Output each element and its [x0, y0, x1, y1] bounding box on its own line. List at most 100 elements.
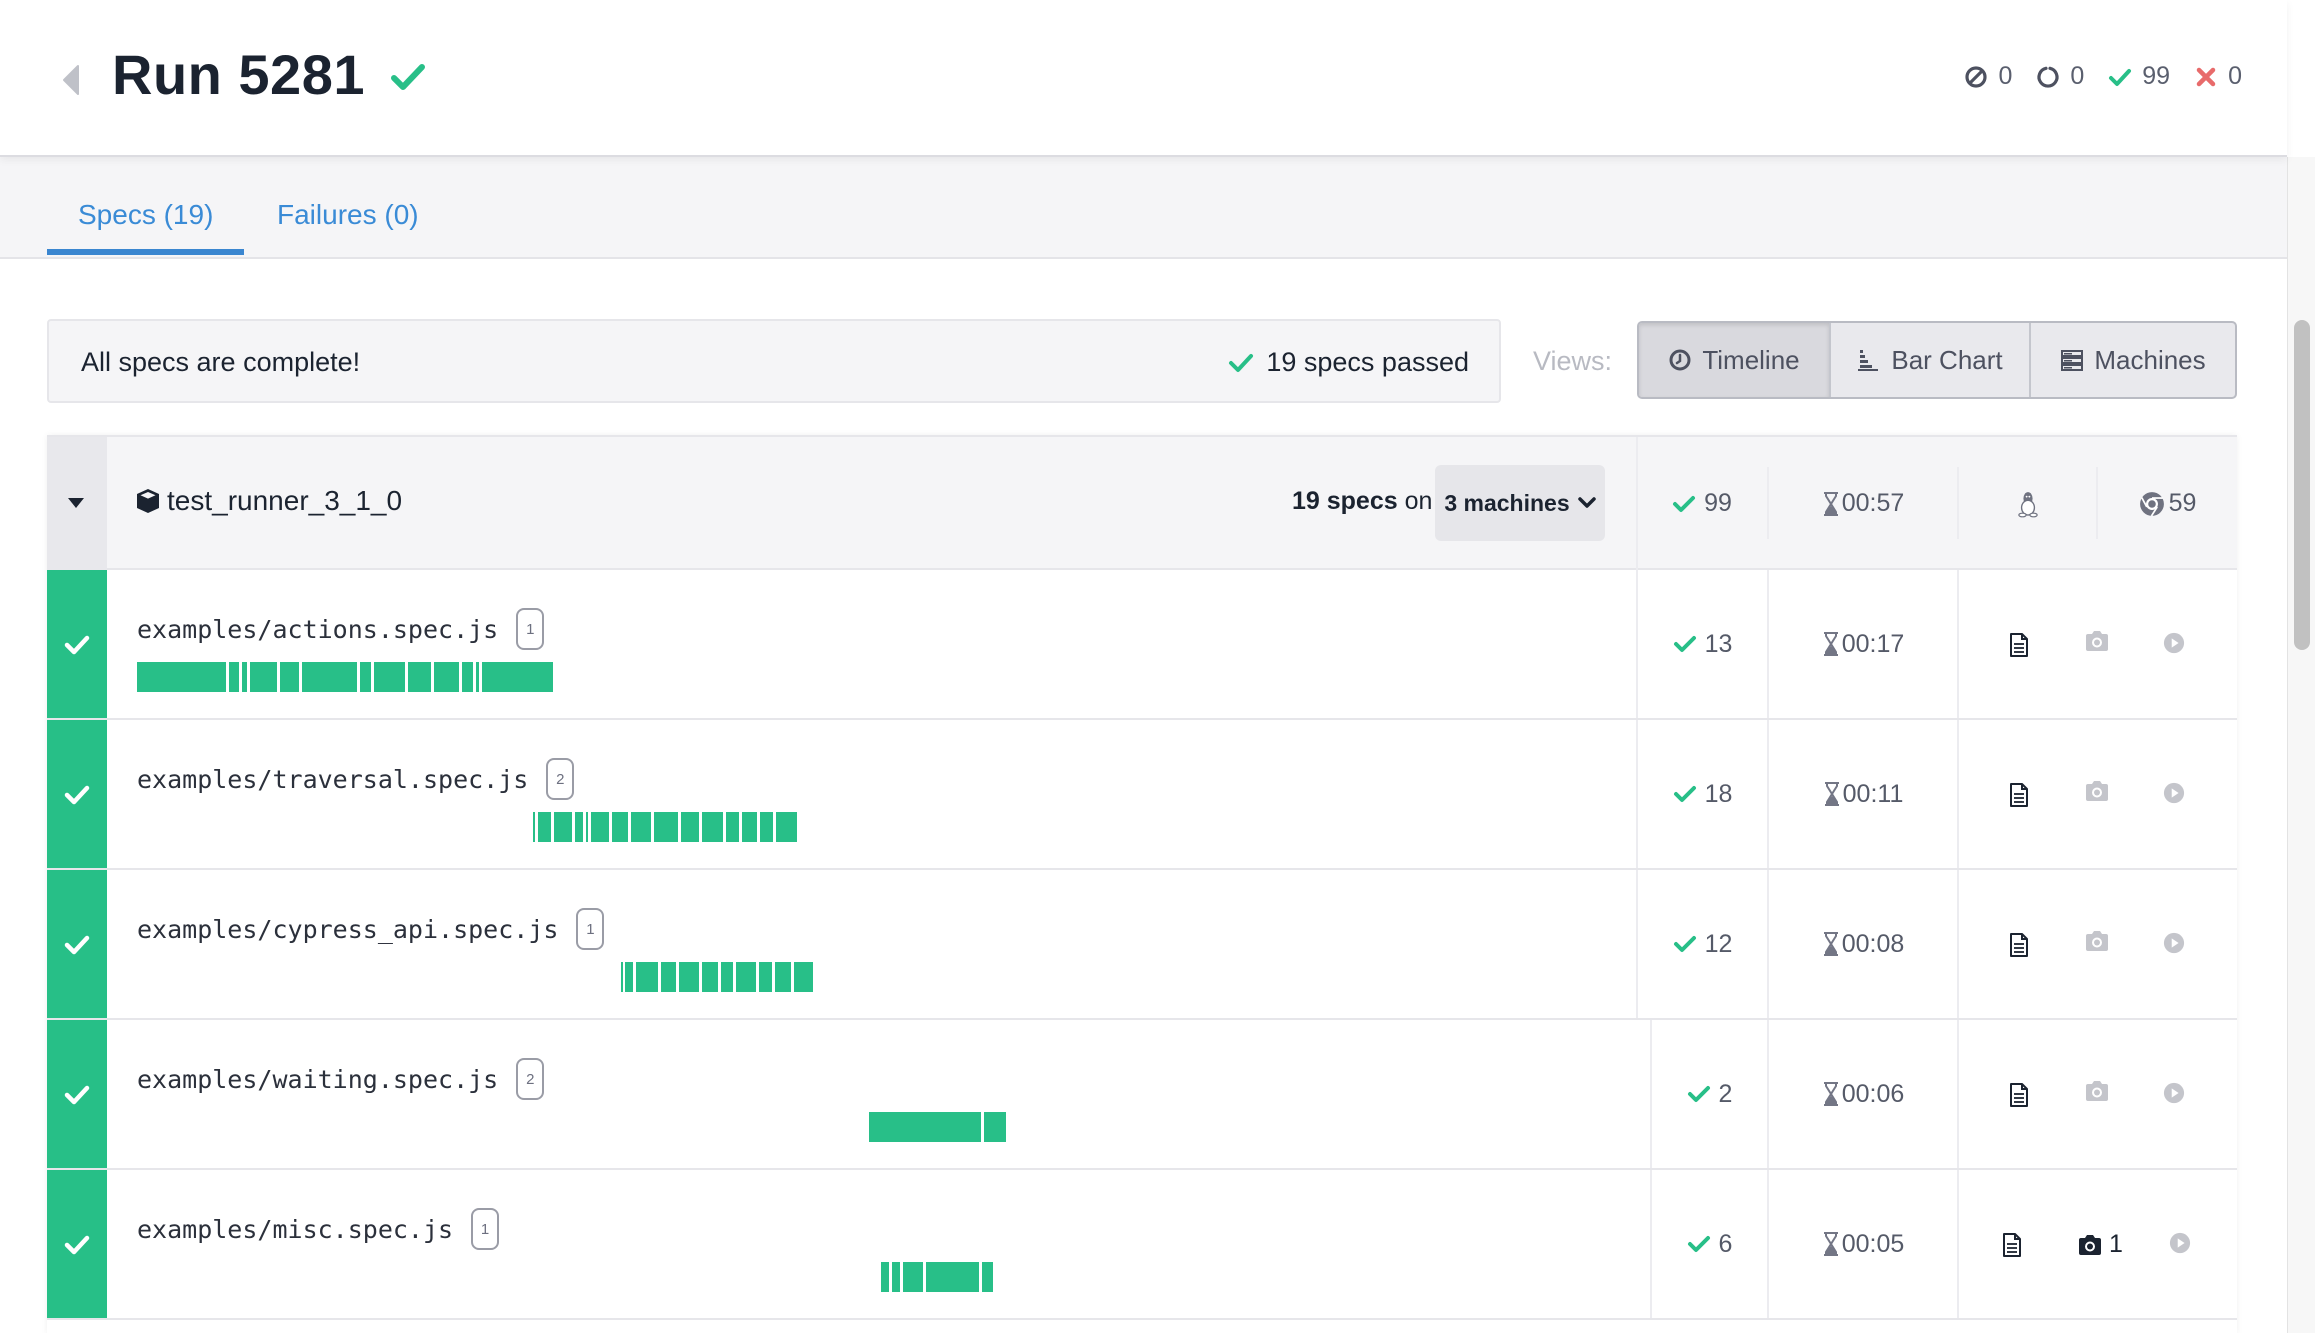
screenshots-button[interactable] [2084, 780, 2116, 802]
view-timeline-button[interactable]: Timeline [1639, 323, 1831, 397]
screenshots-button[interactable] [2084, 1080, 2116, 1102]
timeline-segment[interactable] [680, 812, 699, 842]
timeline-segment[interactable] [760, 812, 773, 842]
video-button[interactable] [2163, 932, 2185, 954]
timeline-segment[interactable] [793, 962, 813, 992]
collapse-group-toggle[interactable] [47, 437, 107, 570]
scrollbar-thumb[interactable] [2294, 320, 2310, 650]
timeline-segment[interactable] [741, 812, 758, 842]
timeline-segment[interactable] [137, 662, 226, 692]
spec-duration: 00:11 [1769, 720, 1957, 868]
timeline-segment[interactable] [925, 1262, 979, 1292]
screenshots-button[interactable] [2084, 930, 2116, 952]
timeline-segment[interactable] [736, 962, 757, 992]
timeline-segment[interactable] [984, 1112, 1006, 1142]
spec-passed-count: 2 [1652, 1020, 1767, 1168]
spec-timeline-bar[interactable] [137, 662, 553, 692]
spec-row[interactable]: examples/actions.spec.js 1 13 00:17 [47, 570, 2237, 720]
timeline-segment[interactable] [407, 662, 431, 692]
video-button[interactable] [2163, 632, 2185, 654]
spec-link[interactable]: examples/traversal.spec.js 2 [137, 758, 575, 800]
screenshots-button[interactable] [2084, 630, 2116, 652]
spec-link[interactable]: examples/misc.spec.js 1 [137, 1208, 500, 1250]
spec-link[interactable]: examples/actions.spec.js 1 [137, 608, 545, 650]
screenshots-button[interactable]: 1 [2077, 1230, 2123, 1259]
stdout-button[interactable] [2009, 782, 2029, 808]
active-tab-indicator [47, 249, 244, 255]
document-icon [2010, 1083, 2028, 1107]
timeline-segment[interactable] [359, 662, 371, 692]
video-button[interactable] [2169, 1232, 2191, 1254]
column-divider [1957, 870, 1959, 1018]
timeline-segment[interactable] [759, 962, 772, 992]
timeline-segment[interactable] [774, 962, 791, 992]
timeline-segment[interactable] [228, 662, 239, 692]
spec-row[interactable]: examples/cypress_api.spec.js 1 12 00:08 [47, 870, 2237, 1020]
timeline-segment[interactable] [661, 962, 676, 992]
stdout-button[interactable] [2009, 1082, 2029, 1108]
timeline-segment[interactable] [575, 812, 583, 842]
group-header: test_runner_3_1_0 19 specs on 3 machines… [47, 435, 2237, 570]
spec-timeline-bar[interactable] [621, 962, 813, 992]
timeline-segment[interactable] [654, 812, 678, 842]
timeline-segment[interactable] [591, 812, 610, 842]
spec-timeline-bar[interactable] [881, 1262, 993, 1292]
tab-specs[interactable]: Specs (19) [78, 199, 213, 231]
timeline-segment[interactable] [678, 962, 699, 992]
spec-passed-count: 13 [1638, 570, 1767, 718]
check-icon [1673, 786, 1696, 802]
timeline-segment[interactable] [279, 662, 299, 692]
spec-status-passed [47, 1170, 107, 1318]
timeline-segment[interactable] [301, 662, 357, 692]
hourglass-icon [1823, 491, 1838, 516]
timeline-segment[interactable] [701, 812, 723, 842]
timeline-segment[interactable] [475, 662, 479, 692]
timeline-segment[interactable] [538, 812, 552, 842]
spec-row[interactable]: examples/waiting.spec.js 2 2 00:06 [47, 1020, 2237, 1170]
timeline-segment[interactable] [636, 962, 659, 992]
timeline-segment[interactable] [981, 1262, 993, 1292]
page-scrollbar[interactable] [2287, 157, 2315, 1333]
video-button[interactable] [2163, 782, 2185, 804]
back-button[interactable] [60, 64, 82, 96]
timeline-segment[interactable] [533, 812, 536, 842]
stdout-button[interactable] [2002, 1232, 2022, 1258]
stdout-button[interactable] [2009, 632, 2029, 658]
timeline-segment[interactable] [892, 1262, 901, 1292]
spec-link[interactable]: examples/waiting.spec.js 2 [137, 1058, 545, 1100]
timeline-segment[interactable] [720, 962, 734, 992]
timeline-segment[interactable] [373, 662, 405, 692]
timeline-segment[interactable] [701, 962, 718, 992]
timeline-segment[interactable] [461, 662, 473, 692]
group-name: test_runner_3_1_0 [135, 485, 402, 517]
timeline-segment[interactable] [903, 1262, 923, 1292]
spec-row[interactable]: examples/traversal.spec.js 2 18 00:11 [47, 720, 2237, 870]
spec-row[interactable]: examples/misc.spec.js 1 6 00:05 1 [47, 1170, 2237, 1320]
timeline-segment[interactable] [621, 962, 623, 992]
timeline-segment[interactable] [725, 812, 739, 842]
stdout-button[interactable] [2009, 932, 2029, 958]
timeline-segment[interactable] [869, 1112, 982, 1142]
timeline-segment[interactable] [481, 662, 553, 692]
spec-link[interactable]: examples/cypress_api.spec.js 1 [137, 908, 605, 950]
package-icon [137, 489, 159, 513]
timeline-segment[interactable] [241, 662, 247, 692]
timeline-segment[interactable] [554, 812, 573, 842]
view-bar-chart-button[interactable]: Bar Chart [1831, 323, 2031, 397]
spec-timeline-bar[interactable] [869, 1112, 1006, 1142]
timeline-segment[interactable] [624, 962, 634, 992]
timeline-segment[interactable] [775, 812, 797, 842]
timeline-segment[interactable] [630, 812, 652, 842]
timeline-segment[interactable] [249, 662, 277, 692]
check-icon [1673, 936, 1696, 952]
machines-dropdown[interactable]: 3 machines [1435, 465, 1605, 541]
spec-timeline-bar[interactable] [533, 812, 797, 842]
video-button[interactable] [2163, 1082, 2185, 1104]
view-machines-button[interactable]: Machines [2031, 323, 2235, 397]
check-icon [64, 785, 90, 805]
timeline-segment[interactable] [585, 812, 589, 842]
tab-failures[interactable]: Failures (0) [277, 199, 419, 231]
timeline-segment[interactable] [612, 812, 628, 842]
timeline-segment[interactable] [433, 662, 459, 692]
timeline-segment[interactable] [881, 1262, 890, 1292]
